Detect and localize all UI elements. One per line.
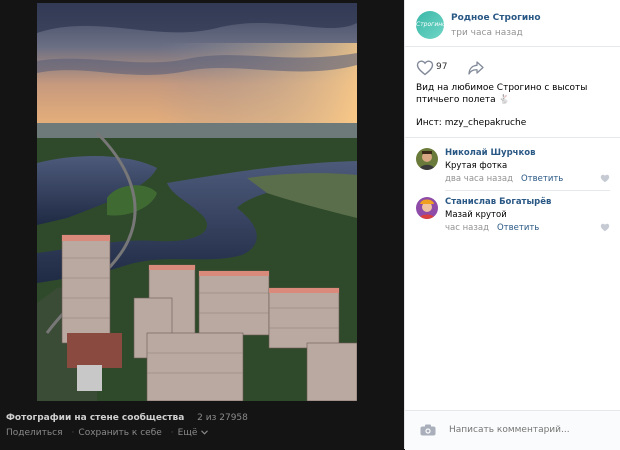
reply-link[interactable]: Ответить [497, 223, 539, 233]
post-instagram-credit: Инст: mzy_chepakruche [416, 118, 527, 128]
divider [405, 137, 620, 138]
save-link[interactable]: Сохранить к себе [78, 428, 161, 438]
comment-author[interactable]: Станислав Богатырёв [445, 197, 551, 207]
comment-input[interactable] [449, 423, 609, 437]
likes-count: 97 [436, 62, 448, 72]
more-link[interactable]: Ещё [178, 428, 198, 438]
group-avatar-text: Строгино [416, 21, 444, 28]
camera-icon[interactable] [420, 424, 436, 436]
photo-counter: 2 из 27958 [197, 413, 248, 423]
share-arrow-icon[interactable] [467, 60, 485, 76]
comment-avatar[interactable] [416, 197, 438, 219]
photo-viewer-panel: Фотографии на стене сообщества 2 из 2795… [0, 0, 404, 449]
comment-text: Мазай крутой [445, 210, 507, 220]
comment-composer [405, 410, 620, 450]
comment-time[interactable]: два часа назад [445, 174, 513, 184]
post-text: Вид на любимое Строгино с высоты птичьег… [416, 83, 588, 105]
chevron-down-icon[interactable] [201, 430, 209, 435]
comment-item: Николай Шурчков Крутая фотка два часа на… [416, 148, 610, 186]
aerial-city-photo [37, 3, 357, 401]
divider [445, 190, 610, 191]
album-info: Фотографии на стене сообщества 2 из 2795… [6, 413, 248, 423]
viewer-footer: Фотографии на стене сообщества 2 из 2795… [0, 410, 404, 449]
comment-time[interactable]: час назад [445, 223, 489, 233]
share-link[interactable]: Поделиться [6, 428, 63, 438]
post-time[interactable]: три часа назад [451, 28, 523, 38]
viewer-actions: Поделиться · Сохранить к себе · Ещё [6, 428, 209, 438]
photo[interactable] [37, 3, 357, 401]
heart-icon[interactable] [416, 60, 434, 76]
heart-icon[interactable] [600, 223, 610, 232]
comment-meta: час назад Ответить [445, 223, 539, 233]
album-title[interactable]: Фотографии на стене сообщества [6, 413, 184, 423]
avatar-photo [416, 197, 438, 219]
comment-item: Станислав Богатырёв Мазай крутой час наз… [416, 197, 610, 235]
post-header: Строгино Родное Строгино три часа назад [405, 0, 620, 47]
comment-text: Крутая фотка [445, 161, 508, 171]
heart-icon[interactable] [600, 174, 610, 183]
reply-link[interactable]: Ответить [521, 174, 563, 184]
comment-avatar[interactable] [416, 148, 438, 170]
group-name-link[interactable]: Родное Строгино [451, 13, 541, 23]
avatar-photo [416, 148, 438, 170]
post-side-panel: Строгино Родное Строгино три часа назад … [404, 0, 620, 450]
separator-dot: · [71, 428, 75, 438]
separator-dot: · [170, 428, 174, 438]
comment-meta: два часа назад Ответить [445, 174, 563, 184]
comment-author[interactable]: Николай Шурчков [445, 148, 536, 158]
group-avatar[interactable]: Строгино [416, 11, 444, 39]
